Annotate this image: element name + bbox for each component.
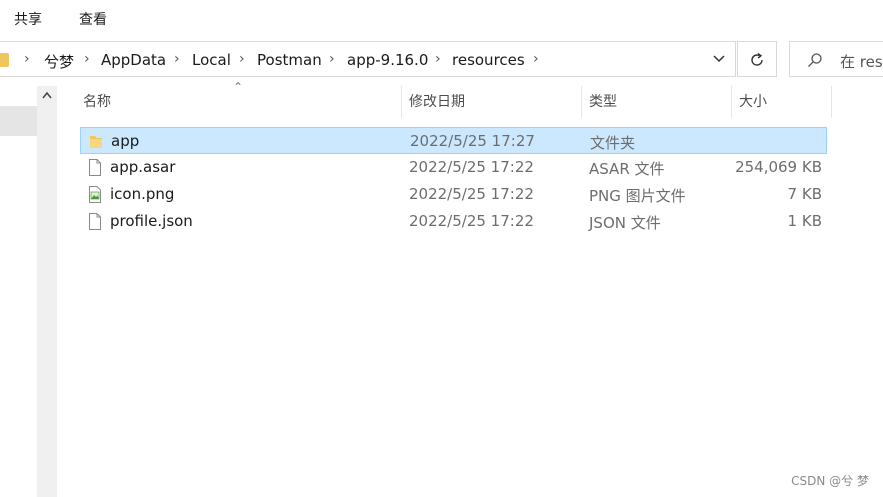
refresh-button[interactable] [737, 41, 777, 77]
column-divider[interactable] [731, 86, 732, 118]
ribbon-tab-share[interactable]: 共享 [14, 9, 42, 29]
chevron-right-icon[interactable]: › [329, 51, 335, 67]
file-size: 254,069 KB [735, 158, 822, 176]
file-size: 1 KB [787, 212, 822, 230]
breadcrumb[interactable]: › 兮梦 › AppData › Local › Postman › app-9… [0, 41, 736, 77]
folder-icon [90, 136, 102, 148]
nav-item-selected[interactable] [0, 106, 37, 136]
breadcrumb-item-user[interactable]: 兮梦 [44, 51, 74, 72]
refresh-icon [751, 52, 763, 66]
column-header-type[interactable]: 类型 [589, 86, 617, 118]
chevron-down-icon[interactable] [704, 51, 734, 71]
file-type: JSON 文件 [589, 214, 661, 232]
search-icon [808, 53, 822, 67]
folder-icon [0, 53, 9, 67]
file-row[interactable]: app.asar 2022/5/25 17:22 ASAR 文件 254,069… [80, 154, 827, 181]
file-name: icon.png [110, 185, 175, 203]
breadcrumb-item-local[interactable]: Local [192, 51, 231, 69]
file-type: 文件夹 [590, 134, 636, 152]
file-date: 2022/5/25 17:22 [409, 158, 534, 176]
navigation-pane [0, 80, 57, 497]
file-icon [89, 213, 101, 230]
file-date: 2022/5/25 17:27 [410, 132, 535, 150]
column-divider[interactable] [581, 86, 582, 118]
file-date: 2022/5/25 17:22 [409, 185, 534, 203]
column-header-date[interactable]: 修改日期 [409, 86, 465, 118]
file-name: profile.json [110, 212, 193, 230]
breadcrumb-item-appdata[interactable]: AppData [101, 51, 166, 69]
column-header-size[interactable]: 大小 [739, 86, 767, 118]
column-divider[interactable] [831, 86, 832, 118]
chevron-right-icon[interactable]: › [435, 51, 441, 67]
chevron-right-icon[interactable]: › [239, 51, 245, 67]
breadcrumb-item-app-version[interactable]: app-9.16.0 [347, 51, 428, 69]
breadcrumb-item-postman[interactable]: Postman [257, 51, 322, 69]
chevron-right-icon[interactable]: › [84, 51, 90, 67]
ribbon-tab-view[interactable]: 查看 [79, 9, 107, 29]
file-type: ASAR 文件 [589, 160, 665, 178]
nav-scrollbar[interactable] [37, 86, 57, 497]
file-row[interactable]: icon.png 2022/5/25 17:22 PNG 图片文件 7 KB [80, 181, 827, 208]
file-name: app [111, 132, 140, 150]
image-file-icon [89, 186, 101, 203]
file-icon [89, 159, 101, 176]
ribbon: 共享 查看 [0, 0, 883, 36]
chevron-right-icon[interactable]: › [533, 51, 539, 67]
chevron-right-icon[interactable]: › [174, 51, 180, 67]
watermark: CSDN @兮 梦 [791, 474, 869, 488]
search-placeholder: 在 reso [840, 53, 883, 71]
file-size: 7 KB [787, 185, 822, 203]
file-type: PNG 图片文件 [589, 187, 686, 205]
file-name: app.asar [110, 158, 176, 176]
file-row[interactable]: app 2022/5/25 17:27 文件夹 [80, 127, 827, 154]
file-date: 2022/5/25 17:22 [409, 212, 534, 230]
column-header-name[interactable]: 名称 [83, 86, 111, 118]
address-bar: › 兮梦 › AppData › Local › Postman › app-9… [0, 40, 883, 80]
scroll-up-icon[interactable] [37, 86, 57, 106]
column-divider[interactable] [401, 86, 402, 118]
breadcrumb-item-resources[interactable]: resources [452, 51, 525, 69]
file-row[interactable]: profile.json 2022/5/25 17:22 JSON 文件 1 K… [80, 208, 827, 235]
search-input[interactable]: 在 reso [789, 41, 883, 77]
chevron-right-icon[interactable]: › [24, 51, 30, 67]
sort-ascending-icon: ⌃ [233, 80, 244, 94]
